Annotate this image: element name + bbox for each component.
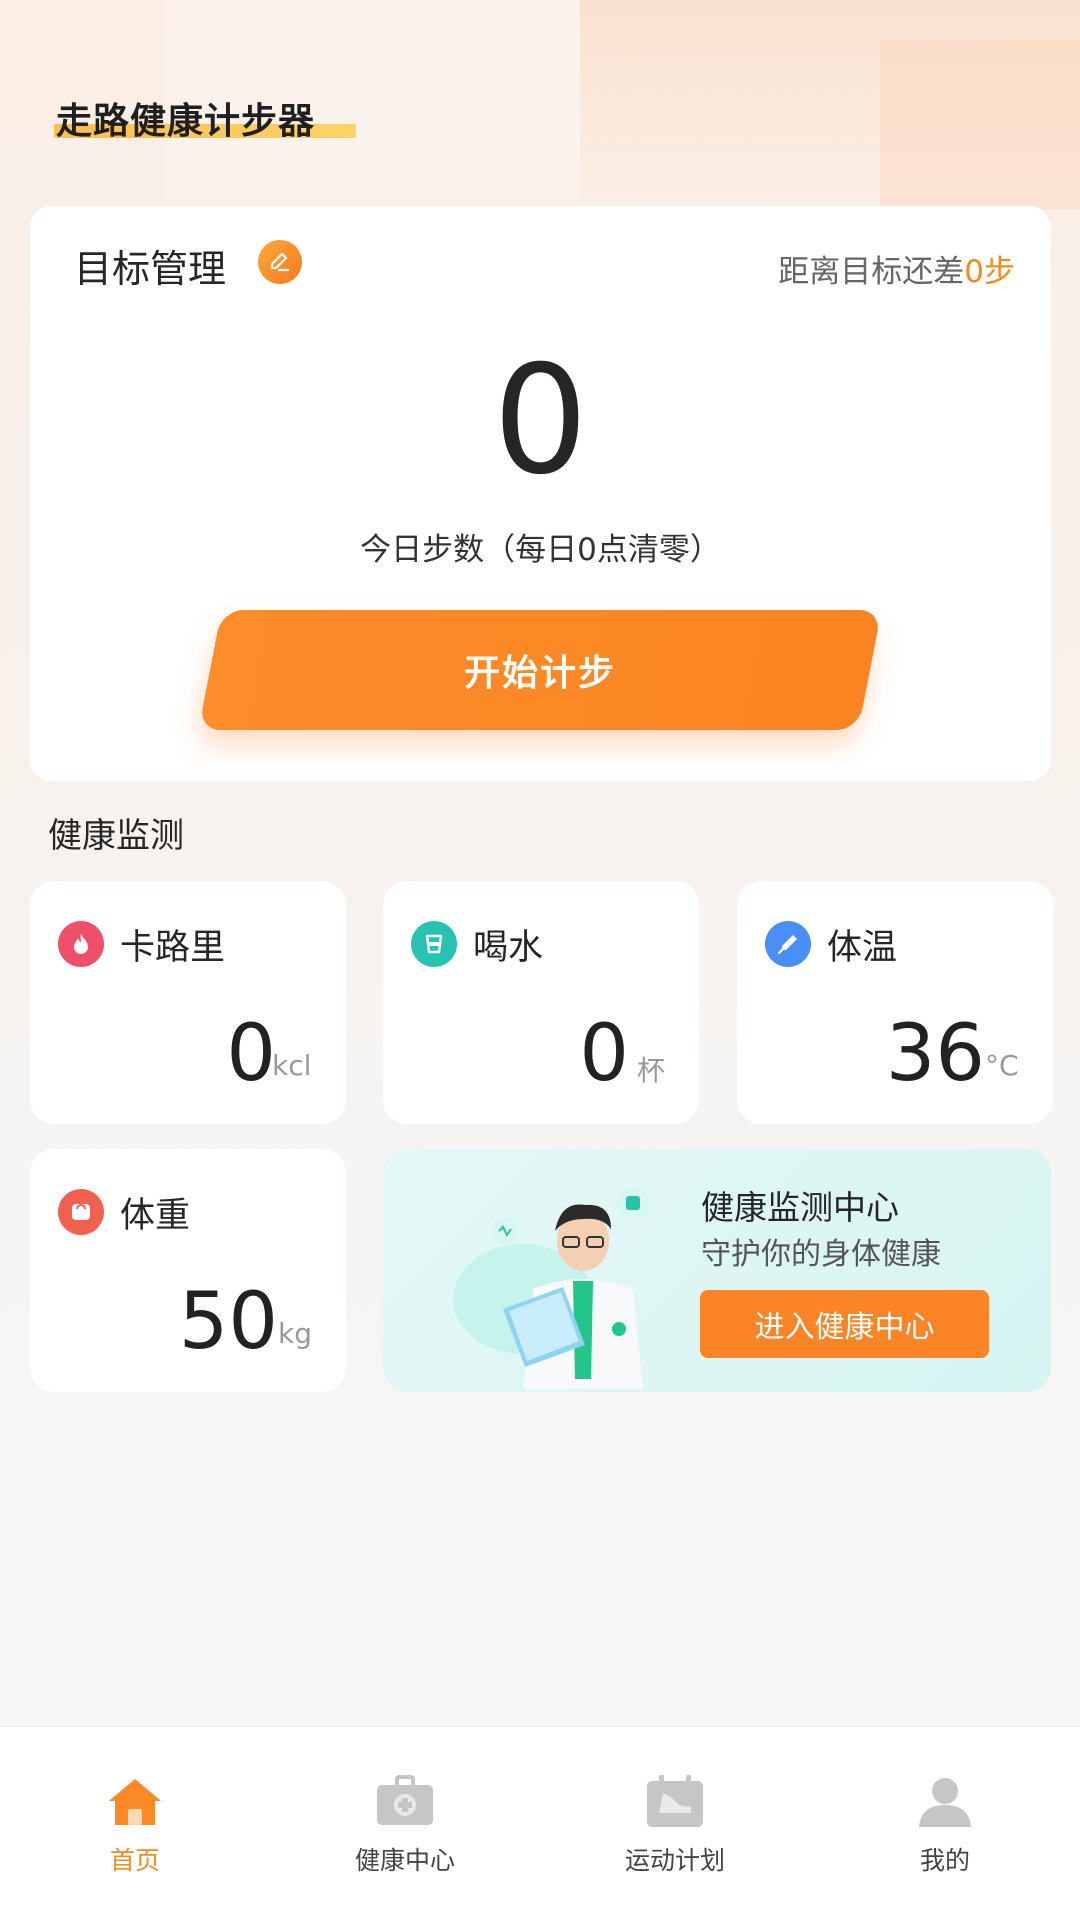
nav-item-exercise-plan[interactable]: 运动计划	[540, 1727, 810, 1920]
thermometer-icon	[765, 921, 811, 967]
bottom-nav: 首页 健康中心 运动计划 我的	[0, 1726, 1080, 1920]
home-icon	[109, 1779, 161, 1825]
sneaker-calendar-icon	[647, 1775, 703, 1827]
user-icon	[919, 1778, 971, 1827]
goal-remaining: 距离目标还差0步	[778, 246, 1015, 291]
calorie-unit: kcl	[272, 1049, 312, 1082]
water-value: 0	[579, 1009, 629, 1099]
nav-item-health-center[interactable]: 健康中心	[270, 1727, 540, 1920]
scale-icon	[58, 1189, 104, 1235]
step-count: 0	[492, 334, 589, 508]
health-center-title: 健康监测中心	[701, 1188, 899, 1227]
app-title: 走路健康计步器	[56, 101, 316, 142]
temperature-card[interactable]: 体温 36 °C	[737, 881, 1053, 1124]
weight-value: 50	[178, 1277, 278, 1367]
start-counting-label: 开始计步	[463, 653, 616, 694]
weight-label: 体重	[120, 1196, 191, 1236]
nav-item-mine[interactable]: 我的	[810, 1727, 1080, 1920]
temperature-value: 36	[885, 1009, 985, 1099]
step-caption: 今日步数（每日0点清零）	[360, 532, 721, 568]
enter-health-center-button[interactable]: 进入健康中心	[700, 1290, 989, 1358]
water-unit: 杯	[637, 1054, 666, 1087]
water-card[interactable]: 喝水 0 杯	[383, 881, 699, 1124]
health-center-banner[interactable]: 健康监测中心 守护你的身体健康 进入健康中心	[383, 1149, 1051, 1392]
goal-card: 目标管理 距离目标还差0步 0 今日步数（每日0点清零） 开始计步	[30, 206, 1051, 781]
goal-remaining-value: 0步	[964, 254, 1015, 290]
goal-title: 目标管理	[74, 247, 227, 291]
background-panel	[580, 0, 1080, 210]
nav-label-exercise-plan: 运动计划	[624, 1846, 725, 1875]
doctor-illustration	[453, 1187, 649, 1389]
flame-icon	[58, 921, 104, 967]
temperature-label: 体温	[827, 928, 898, 968]
nav-label-home: 首页	[109, 1846, 160, 1875]
edit-icon[interactable]	[258, 240, 302, 284]
goal-remaining-label: 距离目标还差	[778, 254, 965, 290]
weight-card[interactable]: 体重 50 kg	[30, 1149, 346, 1392]
calorie-value: 0	[226, 1009, 276, 1099]
health-center-subtitle: 守护你的身体健康	[701, 1237, 941, 1272]
nav-label-health-center: 健康中心	[354, 1846, 455, 1875]
calorie-card[interactable]: 卡路里 0 kcl	[30, 881, 346, 1124]
calorie-label: 卡路里	[120, 928, 226, 968]
section-title: 健康监测	[48, 816, 184, 856]
medical-kit-icon	[377, 1775, 433, 1825]
weight-unit: kg	[278, 1317, 312, 1350]
start-counting-button[interactable]: 开始计步	[198, 610, 882, 730]
background-panel	[880, 40, 1080, 210]
water-label: 喝水	[473, 928, 544, 968]
nav-label-mine: 我的	[919, 1846, 970, 1875]
nav-item-home[interactable]: 首页	[0, 1727, 270, 1920]
temperature-unit: °C	[985, 1049, 1019, 1082]
cup-icon	[411, 921, 457, 967]
